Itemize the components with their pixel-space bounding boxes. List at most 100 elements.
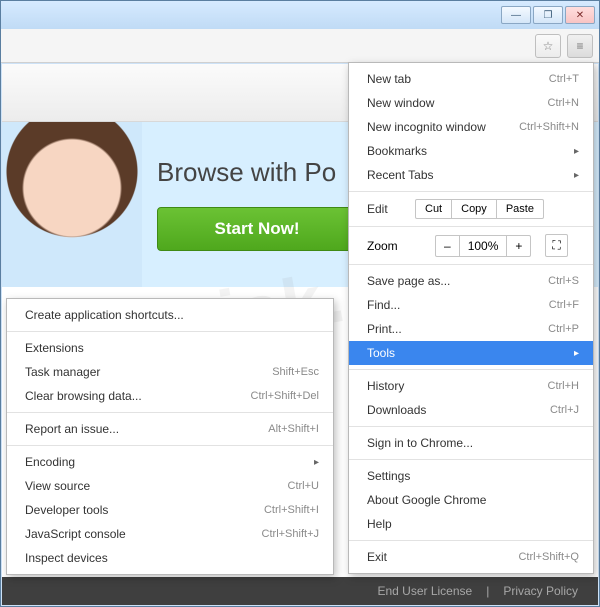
label: Report an issue... — [25, 422, 119, 436]
label: About Google Chrome — [367, 493, 486, 507]
footer-sep: | — [486, 584, 489, 598]
menu-help[interactable]: Help — [349, 512, 593, 536]
titlebar: — ❐ ✕ — [1, 1, 599, 29]
menu-print[interactable]: Print... Ctrl+P — [349, 317, 593, 341]
chrome-main-menu: New tab Ctrl+T New window Ctrl+N New incog… — [348, 62, 594, 574]
copy-button[interactable]: Copy — [451, 200, 496, 218]
menu-downloads[interactable]: Downloads Ctrl+J — [349, 398, 593, 422]
footer-license[interactable]: End User License — [377, 584, 472, 598]
menu-separator — [7, 331, 333, 332]
menu-separator — [349, 459, 593, 460]
label: New tab — [367, 72, 411, 86]
menu-encoding[interactable]: Encoding ▸ — [7, 450, 333, 474]
label: Find... — [367, 298, 400, 312]
menu-separator — [7, 445, 333, 446]
menu-separator — [349, 226, 593, 227]
menu-about[interactable]: About Google Chrome — [349, 488, 593, 512]
menu-javascript-console[interactable]: JavaScript consoleCtrl+Shift+J — [7, 522, 333, 546]
chevron-right-icon: ▸ — [574, 170, 579, 181]
menu-inspect-devices[interactable]: Inspect devices — [7, 546, 333, 570]
chevron-right-icon: ▸ — [314, 457, 319, 468]
label: Create application shortcuts... — [25, 308, 184, 322]
shortcut: Shift+Esc — [272, 366, 319, 378]
menu-separator — [349, 191, 593, 192]
label: Sign in to Chrome... — [367, 436, 473, 450]
menu-create-shortcuts[interactable]: Create application shortcuts... — [7, 303, 333, 327]
zoom-value: 100% — [459, 236, 507, 256]
shortcut: Ctrl+S — [548, 275, 579, 287]
maximize-button[interactable]: ❐ — [533, 6, 563, 24]
menu-developer-tools[interactable]: Developer tools Ctrl+Shift+I — [7, 498, 333, 522]
menu-exit[interactable]: Exit Ctrl+Shift+Q — [349, 545, 593, 569]
label: Tools — [367, 346, 395, 360]
shortcut: Ctrl+Shift+Del — [251, 390, 319, 402]
menu-extensions[interactable]: Extensions — [7, 336, 333, 360]
fullscreen-button[interactable]: ⛶ — [545, 234, 567, 257]
shortcut: Ctrl+Shift+I — [264, 504, 319, 516]
label: View source — [25, 479, 90, 493]
menu-recent-tabs[interactable]: Recent Tabs ▸ — [349, 163, 593, 187]
label: Exit — [367, 550, 387, 564]
menu-new-tab[interactable]: New tab Ctrl+T — [349, 67, 593, 91]
menu-history[interactable]: HistoryCtrl+H — [349, 374, 593, 398]
shortcut: Ctrl+F — [549, 299, 579, 311]
label: Zoom — [367, 239, 427, 253]
menu-report-issue[interactable]: Report an issue... Alt+Shift+I — [7, 417, 333, 441]
menu-incognito[interactable]: New incognito window Ctrl+Shift+N — [349, 115, 593, 139]
start-now-button[interactable]: Start Now! — [157, 207, 357, 251]
shortcut: Ctrl+J — [550, 404, 579, 416]
label: Extensions — [25, 341, 84, 355]
paste-button[interactable]: Paste — [496, 200, 543, 218]
bookmark-star-icon[interactable]: ☆ — [535, 34, 561, 58]
hero-headline: Browse with Po — [157, 157, 336, 188]
tools-submenu: Create application shortcuts... Extensio… — [6, 298, 334, 575]
menu-task-manager[interactable]: Task managerShift+Esc — [7, 360, 333, 384]
shortcut: Ctrl+P — [548, 323, 579, 335]
menu-zoom-row: Zoom – 100% + ⛶ — [349, 231, 593, 260]
shortcut: Alt+Shift+I — [268, 423, 319, 435]
close-button[interactable]: ✕ — [565, 6, 595, 24]
zoom-in-button[interactable]: + — [506, 236, 530, 256]
edit-button-group: Cut Copy Paste — [415, 199, 544, 219]
menu-separator — [349, 264, 593, 265]
label: Developer tools — [25, 503, 108, 517]
shortcut: Ctrl+N — [548, 97, 579, 109]
menu-separator — [7, 412, 333, 413]
shortcut: Ctrl+Shift+N — [519, 121, 579, 133]
minimize-button[interactable]: — — [501, 6, 531, 24]
chevron-right-icon: ▸ — [574, 146, 579, 157]
label: Recent Tabs — [367, 168, 434, 182]
label: Clear browsing data... — [25, 389, 142, 403]
label: Print... — [367, 322, 402, 336]
zoom-out-button[interactable]: – — [436, 236, 459, 256]
footer-privacy[interactable]: Privacy Policy — [503, 584, 578, 598]
menu-sign-in[interactable]: Sign in to Chrome... — [349, 431, 593, 455]
menu-find[interactable]: Find... Ctrl+F — [349, 293, 593, 317]
cut-button[interactable]: Cut — [416, 200, 451, 218]
shortcut: Ctrl+Shift+Q — [518, 551, 579, 563]
menu-separator — [349, 426, 593, 427]
page-footer: End User License | Privacy Policy — [2, 577, 598, 605]
menu-clear-browsing-data[interactable]: Clear browsing data... Ctrl+Shift+Del — [7, 384, 333, 408]
label: Inspect devices — [25, 551, 108, 565]
label: New incognito window — [367, 120, 486, 134]
browser-toolbar: ☆ ≡ — [1, 29, 599, 63]
shortcut: Ctrl+Shift+J — [262, 528, 319, 540]
label: Encoding — [25, 455, 75, 469]
menu-new-window[interactable]: New window Ctrl+N — [349, 91, 593, 115]
main-menu-button[interactable]: ≡ — [567, 34, 593, 58]
label: Edit — [367, 202, 407, 216]
menu-tools[interactable]: Tools▸ — [349, 341, 593, 365]
menu-view-source[interactable]: View source Ctrl+U — [7, 474, 333, 498]
label: Downloads — [367, 403, 426, 417]
menu-save-page[interactable]: Save page as...Ctrl+S — [349, 269, 593, 293]
menu-separator — [349, 540, 593, 541]
shortcut: Ctrl+U — [288, 480, 319, 492]
label: Help — [367, 517, 392, 531]
label: Settings — [367, 469, 410, 483]
zoom-controls: – 100% + — [435, 235, 531, 257]
label: New window — [367, 96, 434, 110]
shortcut: Ctrl+T — [549, 73, 579, 85]
menu-settings[interactable]: Settings — [349, 464, 593, 488]
menu-bookmarks[interactable]: Bookmarks▸ — [349, 139, 593, 163]
